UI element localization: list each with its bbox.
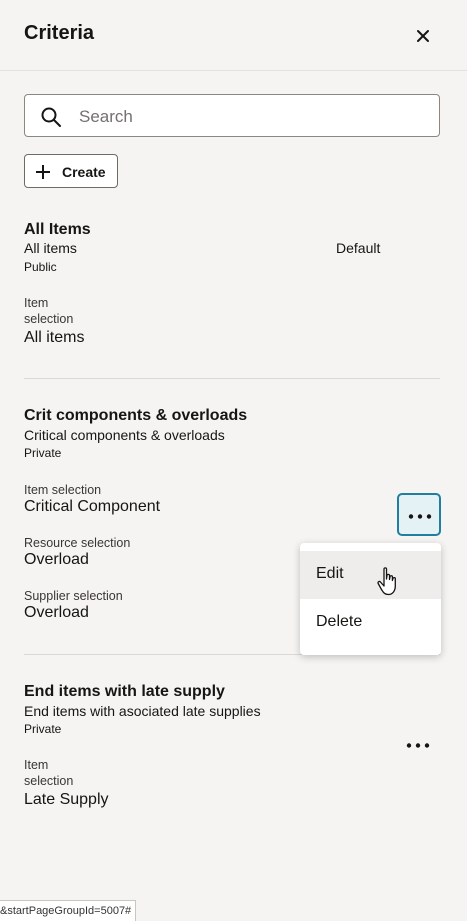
criteria-name: End items with late supply <box>24 683 225 700</box>
search-input[interactable] <box>77 103 431 131</box>
menu-item-label: Edit <box>316 565 344 582</box>
search-box[interactable] <box>24 94 440 137</box>
field-label: Item selection <box>24 295 73 327</box>
close-icon[interactable] <box>410 23 436 49</box>
status-bar: &startPageGroupId=5007# <box>0 900 137 921</box>
criteria-description: All items <box>24 240 77 256</box>
more-icon <box>408 514 432 519</box>
menu-item-label: Delete <box>316 613 363 630</box>
criteria-visibility: Public <box>24 260 57 274</box>
close-button[interactable] <box>410 23 436 49</box>
panel-header: Criteria <box>0 0 467 71</box>
menu-item-edit[interactable]: Edit <box>300 551 441 599</box>
criteria-visibility: Private <box>24 446 62 460</box>
divider <box>24 378 440 379</box>
field-label: Resource selection <box>24 536 131 550</box>
field-label-line: selection <box>24 312 74 326</box>
criteria-name: All Items <box>24 221 91 238</box>
hand-cursor-icon <box>377 567 396 596</box>
field-value: All items <box>24 329 85 346</box>
search-icon <box>41 107 61 127</box>
field-label-line: Item <box>24 758 49 772</box>
more-actions-button[interactable] <box>397 493 441 536</box>
criteria-name: Crit components & overloads <box>24 407 248 424</box>
more-actions-button[interactable] <box>397 724 441 767</box>
field-label: Item selection <box>24 483 102 497</box>
actions-menu: Edit Delete <box>300 543 441 655</box>
default-label: Default <box>336 240 381 256</box>
field-label: Supplier selection <box>24 589 123 603</box>
criteria-description: End items with asociated late supplies <box>24 703 261 719</box>
field-label-line: Item <box>24 296 49 310</box>
create-button-label: Create <box>62 164 106 180</box>
field-label: Item selection <box>24 757 73 789</box>
field-value: Critical Component <box>24 498 161 515</box>
more-icon <box>406 743 430 748</box>
field-value: Overload <box>24 551 89 568</box>
panel-title: Criteria <box>24 22 95 44</box>
criteria-description: Critical components & overloads <box>24 427 225 443</box>
field-value: Overload <box>24 604 89 621</box>
field-label-line: selection <box>24 774 74 788</box>
create-button[interactable]: Create <box>24 154 118 188</box>
field-value: Late Supply <box>24 791 109 808</box>
plus-icon <box>36 165 50 179</box>
menu-item-delete[interactable]: Delete <box>300 599 441 647</box>
criteria-visibility: Private <box>24 722 62 736</box>
